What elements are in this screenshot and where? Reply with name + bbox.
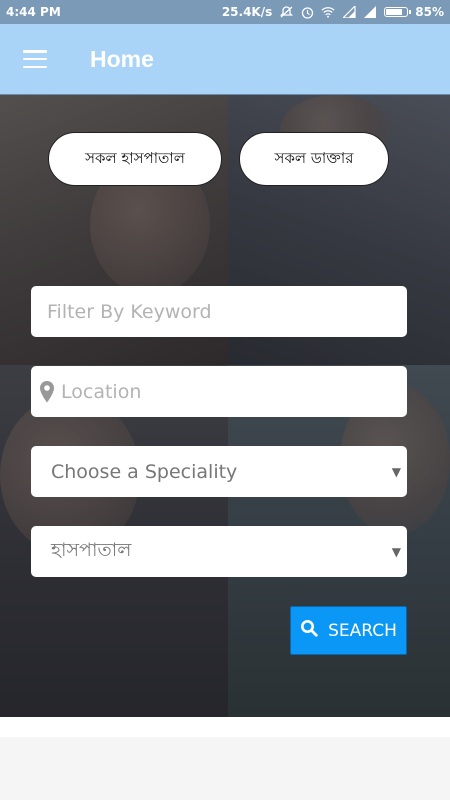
speciality-selected: Choose a Speciality <box>51 460 238 483</box>
keyword-input[interactable]: Filter By Keyword <box>31 286 407 337</box>
location-input[interactable]: Location <box>31 366 407 417</box>
wifi-icon <box>321 6 335 18</box>
status-icons: 25.4K/s 85% <box>222 5 444 19</box>
status-bar: 4:44 PM 25.4K/s 85% <box>0 0 450 24</box>
battery-icon <box>384 7 412 17</box>
all-hospitals-button[interactable]: সকল হাসপাতাল <box>48 132 222 186</box>
chevron-down-icon: ▼ <box>391 544 401 559</box>
mute-icon <box>279 6 293 18</box>
alarm-icon <box>300 6 314 19</box>
status-time: 4:44 PM <box>6 5 61 19</box>
map-pin-icon <box>39 380 55 404</box>
speciality-select[interactable]: Choose a Speciality ▼ <box>31 446 407 497</box>
search-label: SEARCH <box>328 620 397 641</box>
search-button[interactable]: SEARCH <box>290 606 407 655</box>
hamburger-menu-icon[interactable] <box>0 24 70 95</box>
chevron-down-icon: ▼ <box>391 464 401 479</box>
hospital-select[interactable]: হাসপাতাল ▼ <box>31 526 407 577</box>
search-icon <box>300 619 318 642</box>
hospital-selected: হাসপাতাল <box>51 538 132 561</box>
location-placeholder: Location <box>61 380 142 403</box>
keyword-placeholder: Filter By Keyword <box>47 300 212 323</box>
signal-icon <box>342 6 356 18</box>
app-bar: Home <box>0 24 450 95</box>
signal-icon <box>363 6 377 18</box>
bottom-strip <box>0 717 450 737</box>
net-speed: 25.4K/s <box>221 5 273 19</box>
battery-percent: 85% <box>415 5 444 19</box>
page-title: Home <box>90 45 154 72</box>
all-doctors-button[interactable]: সকল ডাক্তার <box>239 132 389 186</box>
